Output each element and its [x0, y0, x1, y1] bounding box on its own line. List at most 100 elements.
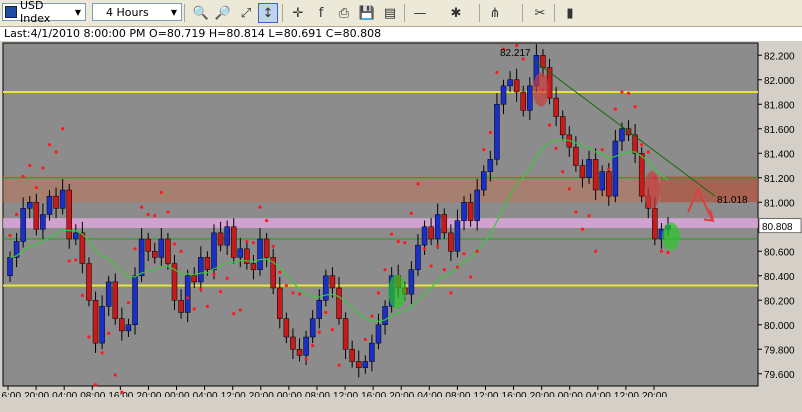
candle-body [323, 275, 329, 301]
sar-dot [278, 270, 282, 274]
objects-icon: ✱ [450, 5, 462, 21]
timeframe-select[interactable]: 4 Hours ▼ [92, 3, 182, 21]
sar-dot [567, 187, 571, 191]
sar-dot [363, 337, 367, 342]
chart-toolbar: USD Index ▼ 4 Hours ▼ 🔍 🔎 ⤢ ↕ ✛ f ⎙ 💾 ▤ — ✱ ⋔ ✂ ▮ [0, 0, 802, 27]
save-button[interactable]: 💾 [357, 3, 377, 23]
sar-dot [304, 357, 308, 361]
settings-button[interactable]: ✂ [530, 3, 550, 23]
candle-body [237, 248, 244, 258]
sar-dot [403, 241, 407, 245]
price-tick-label: 80.600 [764, 247, 795, 258]
sar-dot [317, 330, 321, 334]
toolbar-separator [282, 4, 283, 22]
sar-dot [251, 241, 256, 245]
sar-dot [8, 233, 12, 237]
candle-style-button[interactable]: ▮ [560, 3, 580, 23]
sar-dot [47, 143, 52, 147]
zoom-fit-button[interactable]: ⤢ [236, 3, 256, 23]
crosshair-button[interactable]: ✛ [288, 3, 308, 23]
sar-dot [554, 146, 558, 150]
candle-body [599, 171, 605, 191]
sar-dot [166, 210, 170, 214]
print-button[interactable]: ⎙ [334, 3, 354, 23]
sar-dot [396, 239, 400, 244]
sar-dot [633, 105, 637, 109]
candle-body [59, 189, 66, 209]
symbol-value: USD Index [20, 0, 51, 25]
candle-body [349, 349, 355, 362]
sar-dot [80, 293, 84, 297]
indicator-fx-button[interactable]: f [311, 3, 331, 23]
indicator-fx-icon: f [318, 5, 324, 21]
template-button[interactable]: ▤ [380, 3, 400, 23]
zoom-in-button[interactable]: 🔍 [191, 3, 211, 23]
sar-dot [620, 90, 624, 94]
cursor-tool-button[interactable]: ↕ [258, 3, 278, 23]
candle-body [211, 232, 217, 270]
timeframe-value: 4 Hours [106, 5, 149, 19]
sar-dot [646, 150, 650, 154]
candle-body [230, 226, 237, 258]
sar-dot [133, 247, 137, 251]
sar-dot [376, 291, 381, 295]
sar-dot [475, 249, 479, 253]
candle-body [40, 214, 46, 230]
candle-body [86, 263, 92, 301]
price-tick-label: 81.600 [764, 125, 795, 136]
price-tick-label: 80.000 [764, 321, 795, 332]
candle-body [158, 238, 165, 258]
candle-body [105, 281, 112, 307]
candle-body [441, 214, 448, 234]
candle-body [165, 238, 171, 264]
candle-body [579, 165, 586, 178]
candle-body [125, 324, 132, 332]
sar-dot [600, 147, 604, 152]
candle-body [66, 189, 72, 240]
candle-body [553, 97, 559, 117]
sar-dot [186, 296, 190, 300]
candle-body [342, 318, 349, 350]
sar-dot [416, 182, 420, 186]
candle-body [46, 195, 53, 215]
candle-body [263, 238, 270, 258]
candle-body [355, 361, 362, 368]
candle-body [217, 232, 224, 246]
sar-dot [422, 247, 427, 251]
candle-body [309, 318, 316, 338]
candle-body [612, 140, 619, 197]
last-bar-info: Last:4/1/2010 8:00:00 PM O=80.719 H=80.8… [4, 27, 382, 40]
sar-dot [212, 272, 216, 277]
sar-dot [14, 212, 19, 217]
candle-body [652, 208, 658, 240]
pitchfork-button[interactable]: ⋔ [485, 3, 505, 23]
sar-dot [153, 214, 157, 218]
line-tool-button[interactable]: — [410, 3, 430, 23]
toolbar-separator [184, 4, 185, 22]
green-ellipse-marker [662, 222, 680, 251]
candle-body [592, 159, 599, 191]
zoom-fit-icon: ⤢ [240, 5, 252, 21]
candle-body [204, 257, 211, 270]
sar-dot [640, 143, 644, 147]
toolbar-separator [479, 4, 480, 22]
sar-dot [100, 351, 104, 355]
sar-dot [666, 250, 670, 255]
level-price-label: 81.018 [717, 195, 748, 206]
sar-dot [429, 264, 433, 268]
sar-dot [199, 287, 203, 291]
candle-body [119, 318, 125, 332]
sar-dot [225, 276, 229, 280]
candle-body [283, 318, 290, 338]
price-chart[interactable]: 82.217 81.018 82.200 82.000 81.800 81.600 81.4… [0, 41, 802, 397]
objects-button[interactable]: ✱ [446, 3, 466, 23]
sar-dot [455, 265, 460, 269]
sar-dot [561, 170, 565, 174]
symbol-select[interactable]: USD Index ▼ [2, 0, 86, 25]
zoom-out-button[interactable]: 🔎 [213, 3, 233, 23]
sar-dot [54, 150, 58, 154]
candle-body [152, 251, 158, 258]
crosshair-icon: ✛ [292, 5, 304, 21]
cursor-tool-icon: ↕ [262, 5, 274, 21]
candle-body [257, 238, 263, 270]
